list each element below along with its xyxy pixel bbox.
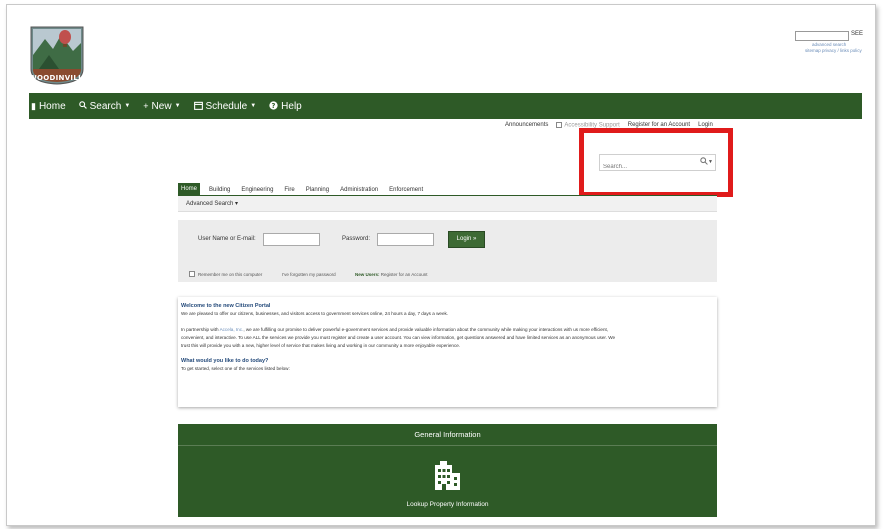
chevron-down-icon: ▼ — [250, 103, 257, 109]
login-button[interactable]: Login » — [448, 231, 485, 248]
remember-me-label: Remember me on this computer — [198, 272, 263, 277]
city-logo[interactable]: WOODINVILLE — [29, 25, 88, 85]
footer-links[interactable]: sitemap privacy / links policy — [805, 48, 862, 53]
username-field[interactable] — [263, 233, 320, 246]
nav-search[interactable]: Search ▼ — [78, 100, 131, 112]
lookup-property-label: Lookup Property Information — [406, 501, 489, 508]
password-label: Password: — [342, 236, 371, 242]
advanced-search-link[interactable]: advanced search — [812, 42, 846, 47]
nav-help[interactable]: ? Help — [269, 101, 302, 112]
tab-administration[interactable]: Administration — [338, 185, 380, 195]
welcome-title: Welcome to the new Citizen Portal — [181, 303, 271, 309]
nav-schedule-label: Schedule — [205, 100, 248, 112]
nav-help-label: Help — [281, 100, 302, 112]
tab-building[interactable]: Building — [207, 185, 232, 195]
nav-search-label: Search — [89, 100, 122, 112]
password-field[interactable] — [377, 233, 434, 246]
nav-home[interactable]: ▮ Home — [31, 101, 66, 112]
remember-me-checkbox[interactable] — [189, 271, 195, 277]
logo-text: WOODINVILLE — [29, 74, 88, 82]
new-users-register[interactable]: New Users: Register for an Account — [355, 272, 428, 277]
chevron-down-icon: ▼ — [124, 103, 131, 109]
tab-engineering[interactable]: Engineering — [239, 185, 275, 195]
register-account-link: Register for an Account — [380, 272, 428, 277]
partnership-line-1: In partnership with Accela, Inc., we are… — [181, 326, 714, 334]
partnership-line-2: convenient, and interactive. To use ALL … — [181, 335, 616, 340]
general-information-header: General Information — [178, 424, 717, 446]
partnership-text-a: In partnership with — [181, 327, 220, 332]
calendar-icon — [193, 101, 203, 112]
building-icon — [433, 459, 461, 496]
search-icon — [78, 101, 87, 111]
svg-text:?: ? — [272, 102, 276, 110]
tab-fire[interactable]: Fire — [282, 185, 296, 195]
site-search-input[interactable] — [795, 31, 849, 41]
accela-link[interactable]: Accela, Inc. — [220, 327, 244, 332]
partnership-text-b: , we are fulfilling our promise to deliv… — [243, 327, 609, 332]
partnership-line-3: trust this will provide you with a new, … — [181, 343, 461, 348]
advanced-search-dropdown[interactable]: Advanced Search ▾ — [186, 200, 238, 207]
home-icon: ▮ — [31, 100, 36, 111]
site-search-button[interactable]: SEE — [851, 31, 863, 37]
welcome-panel: Welcome to the new Citizen Portal We are… — [178, 297, 717, 407]
announcements-link[interactable]: Announcements — [505, 122, 548, 128]
main-nav: ▮ Home Search ▼ + New ▼ Schedule ▼ ? Hel… — [29, 93, 862, 119]
what-to-do-text: To get started, select one of the servic… — [181, 366, 290, 371]
lookup-property-link[interactable]: Lookup Property Information — [178, 446, 717, 517]
tab-home[interactable]: Home — [178, 183, 201, 195]
new-users-label: New Users: — [355, 272, 380, 277]
chevron-down-icon: ▼ — [174, 103, 181, 109]
username-label: User Name or E-mail: — [198, 236, 256, 242]
nav-new-label: New — [151, 100, 172, 112]
plus-icon: + — [143, 101, 149, 111]
tab-planning[interactable]: Planning — [304, 185, 331, 195]
browser-frame: WOODINVILLE SEE advanced search sitemap … — [6, 4, 876, 526]
nav-home-label: Home — [38, 100, 66, 112]
login-panel: User Name or E-mail: Password: Login » R… — [178, 220, 717, 282]
welcome-intro: We are pleased to offer our citizens, bu… — [181, 311, 449, 316]
module-tabs: Home Building Engineering Fire Planning … — [178, 181, 717, 195]
general-information-panel: General Information Lookup Property Info… — [178, 424, 717, 517]
checkbox-icon — [556, 122, 563, 128]
help-icon: ? — [269, 100, 278, 112]
subtab-bar: Advanced Search ▾ — [178, 196, 717, 212]
nav-schedule[interactable]: Schedule ▼ — [193, 100, 257, 112]
forgot-password-link[interactable]: I've forgotten my password — [282, 272, 336, 277]
nav-new[interactable]: + New ▼ — [143, 101, 180, 112]
what-to-do-title: What would you like to do today? — [181, 358, 269, 364]
tab-enforcement[interactable]: Enforcement — [387, 185, 425, 195]
